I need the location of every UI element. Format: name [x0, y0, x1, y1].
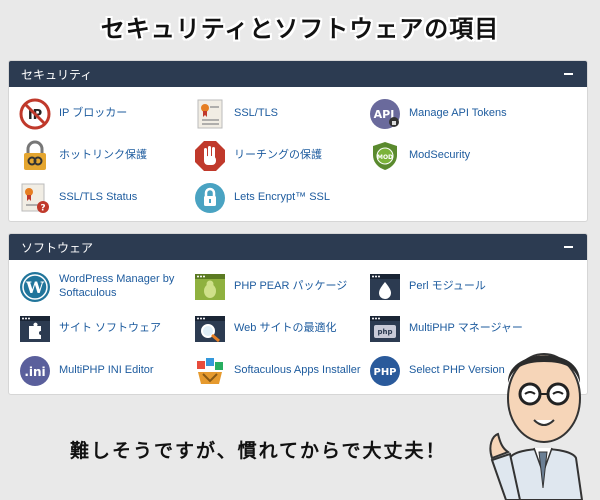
svg-text:.ini: .ini [24, 365, 45, 379]
svg-text:MOD: MOD [377, 154, 393, 161]
item-label: ホットリンク保護 [59, 149, 147, 162]
item-site-software[interactable]: サイト ソフトウェア [19, 308, 194, 350]
hotlink-chain-lock-icon [24, 140, 46, 170]
item-php-pear[interactable]: PHP PEAR パッケージ [194, 266, 369, 308]
softaculous-icon [197, 358, 223, 384]
security-panel-title: セキュリティ [21, 67, 93, 82]
item-ssl-tls-status[interactable]: ? SSL/TLS Status [19, 177, 194, 219]
security-panel-header[interactable]: セキュリティ [9, 61, 587, 87]
item-label: SSL/TLS Status [59, 191, 138, 204]
php-version-icon: PHP [370, 356, 400, 386]
ssl-status-icon: ? [21, 183, 49, 214]
page-title: セキュリティとソフトウェアの項目 [100, 14, 500, 43]
wordpress-icon: W [20, 272, 50, 302]
item-label: リーチングの保護 [234, 149, 322, 162]
security-panel: セキュリティ IP IP ブロッカー SSL/TLS [8, 60, 588, 222]
item-label: MultiPHP INI Editor [59, 364, 154, 377]
item-modsecurity[interactable]: MOD ModSecurity [369, 135, 579, 177]
item-leech-protection[interactable]: リーチングの保護 [194, 135, 369, 177]
caption-text: 難しそうですが、慣れてからで大丈夫！ [70, 440, 447, 462]
item-ssl-tls[interactable]: SSL/TLS [194, 93, 369, 135]
svg-text:W: W [25, 278, 45, 297]
item-label: PHP PEAR パッケージ [234, 280, 348, 293]
item-label: SSL/TLS [234, 107, 279, 120]
item-label: ModSecurity [409, 149, 471, 162]
svg-text:?: ? [40, 204, 45, 214]
minus-icon [563, 246, 573, 248]
lock-circle-icon [195, 183, 225, 213]
item-label: Manage API Tokens [409, 107, 507, 120]
pear-icon [195, 274, 225, 300]
svg-text:php: php [377, 328, 392, 336]
item-label: Perl モジュール [409, 280, 486, 293]
item-wordpress-manager[interactable]: W WordPress Manager by Softaculous [19, 266, 194, 308]
software-panel-title: ソフトウェア [21, 240, 94, 255]
software-collapse-button[interactable] [561, 240, 575, 254]
optimize-magnifier-icon [195, 316, 225, 343]
hand-stop-icon [195, 141, 225, 171]
ip-blocker-icon: IP [19, 98, 51, 130]
software-panel-header[interactable]: ソフトウェア [9, 234, 587, 260]
minus-icon [563, 73, 573, 75]
perl-onion-icon [370, 274, 400, 300]
item-perl-modules[interactable]: Perl モジュール [369, 266, 579, 308]
item-label: Web サイトの最適化 [234, 322, 337, 335]
item-hotlink-protection[interactable]: ホットリンク保護 [19, 135, 194, 177]
item-multiphp-ini-editor[interactable]: .ini MultiPHP INI Editor [19, 350, 194, 392]
item-ip-blocker[interactable]: IP IP ブロッカー [19, 93, 194, 135]
mascot-illustration [489, 353, 584, 500]
item-label: サイト ソフトウェア [59, 322, 162, 335]
item-label: Softaculous Apps Installer [234, 364, 361, 377]
item-label: Lets Encrypt™ SSL [234, 191, 330, 204]
item-label: IP ブロッカー [59, 107, 128, 120]
item-softaculous[interactable]: Softaculous Apps Installer [194, 350, 369, 392]
item-manage-api-tokens[interactable]: API Manage API Tokens [369, 93, 579, 135]
security-collapse-button[interactable] [561, 67, 575, 81]
puzzle-icon [20, 316, 50, 342]
item-website-optimization[interactable]: Web サイトの最適化 [194, 308, 369, 350]
ini-editor-icon: .ini [20, 356, 50, 386]
svg-text:PHP: PHP [373, 367, 396, 378]
mod-shield-icon: MOD [373, 142, 397, 170]
item-label: WordPress Manager by Softaculous [59, 273, 175, 299]
item-label: MultiPHP マネージャー [409, 322, 523, 335]
api-tokens-icon: API [370, 99, 400, 129]
multiphp-manager-icon: php [370, 316, 400, 342]
item-lets-encrypt[interactable]: Lets Encrypt™ SSL [194, 177, 369, 219]
ssl-certificate-icon [197, 99, 223, 129]
